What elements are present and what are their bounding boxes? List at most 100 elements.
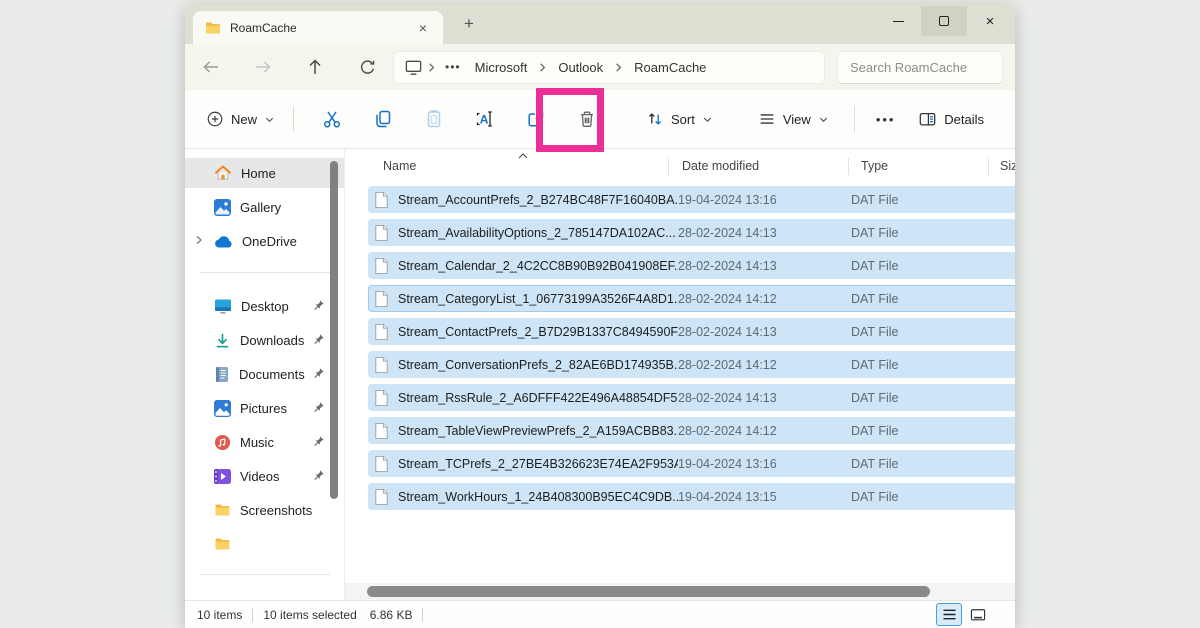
file-row[interactable]: Stream_WorkHours_1_24B408300B95EC4C9DB..… <box>368 483 1015 510</box>
minimize-button[interactable] <box>875 6 921 36</box>
close-button[interactable]: × <box>967 6 1013 36</box>
view-button[interactable]: View <box>749 102 838 136</box>
up-button[interactable] <box>289 49 341 85</box>
back-button[interactable] <box>185 49 237 85</box>
sidebar-item-documents[interactable]: Documents <box>185 359 344 389</box>
explorer-body: Home Gallery OneDrive Desktop <box>185 149 1015 600</box>
sidebar-item-folder[interactable] <box>185 529 344 559</box>
file-row[interactable]: Stream_ContactPrefs_2_B7D29B1337C8494590… <box>368 318 1015 345</box>
folder-icon <box>205 21 221 35</box>
file-row[interactable]: Stream_ConversationPrefs_2_82AE6BD174935… <box>368 351 1015 378</box>
sidebar-item-desktop[interactable]: Desktop <box>185 291 344 321</box>
maximize-button[interactable] <box>921 6 967 36</box>
file-row[interactable]: Stream_TableViewPreviewPrefs_2_A159ACBB8… <box>368 417 1015 444</box>
minimize-icon <box>893 21 904 22</box>
forward-arrow-icon <box>253 57 273 77</box>
file-explorer-window: RoamCache × + × <box>185 4 1015 628</box>
sidebar-item-pictures[interactable]: Pictures <box>185 393 344 423</box>
music-icon <box>214 434 231 451</box>
cut-button[interactable] <box>306 99 357 139</box>
file-date-modified: 28-02-2024 14:13 <box>678 259 851 273</box>
sidebar-item-videos[interactable]: Videos <box>185 461 344 491</box>
chevron-right-icon <box>536 62 549 73</box>
rename-button[interactable]: A <box>459 99 510 139</box>
status-divider <box>252 608 253 622</box>
content-view-button[interactable] <box>965 603 991 626</box>
file-row[interactable]: Stream_TCPrefs_2_27BE4B326623E74EA2F953A… <box>368 450 1015 477</box>
documents-icon <box>214 366 230 383</box>
sort-button[interactable]: Sort <box>637 102 722 136</box>
sidebar-item-downloads[interactable]: Downloads <box>185 325 344 355</box>
pin-icon <box>312 367 325 383</box>
sidebar-item-label: Screenshots <box>240 503 312 518</box>
file-name: Stream_AvailabilityOptions_2_785147DA102… <box>398 226 678 240</box>
details-button-label: Details <box>944 112 984 127</box>
downloads-icon <box>214 332 231 349</box>
folder-icon <box>214 503 231 517</box>
file-row[interactable]: Stream_AvailabilityOptions_2_785147DA102… <box>368 219 1015 246</box>
horizontal-scrollbar-thumb[interactable] <box>367 586 930 597</box>
paste-icon <box>424 109 444 129</box>
column-separator[interactable] <box>988 158 989 175</box>
pin-icon <box>312 469 325 485</box>
file-row[interactable]: Stream_CategoryList_1_06773199A3526F4A8D… <box>368 285 1015 312</box>
chevron-right-icon <box>425 62 438 73</box>
horizontal-scrollbar-track[interactable] <box>345 583 1015 600</box>
breadcrumb-roamcache[interactable]: RoamCache <box>627 58 713 77</box>
paste-button[interactable] <box>408 99 459 139</box>
new-button[interactable]: New <box>197 102 284 136</box>
refresh-button[interactable] <box>341 49 393 85</box>
forward-button[interactable] <box>237 49 289 85</box>
sidebar-item-screenshots[interactable]: Screenshots <box>185 495 344 525</box>
file-name: Stream_TCPrefs_2_27BE4B326623E74EA2F953A… <box>398 457 678 471</box>
navigation-bar: ••• Microsoft Outlook RoamCache <box>185 44 1015 90</box>
share-button[interactable] <box>510 99 561 139</box>
tab-title: RoamCache <box>230 21 406 35</box>
file-row[interactable]: Stream_RssRule_2_A6DFFF422E496A48854DF5F… <box>368 384 1015 411</box>
file-name: Stream_ContactPrefs_2_B7D29B1337C8494590… <box>398 325 678 339</box>
column-header-type[interactable]: Type <box>861 159 888 173</box>
more-options-button[interactable]: ••• <box>864 104 908 135</box>
file-row[interactable]: Stream_Calendar_2_4C2CC8B90B92B041908EF.… <box>368 252 1015 279</box>
file-type: DAT File <box>851 490 1015 504</box>
chevron-down-icon <box>818 114 829 125</box>
details-pane-button[interactable]: Details <box>909 102 993 136</box>
delete-button[interactable] <box>561 99 612 139</box>
sidebar-item-gallery[interactable]: Gallery <box>185 192 344 222</box>
sidebar-item-home[interactable]: Home <box>185 158 344 188</box>
window-caption-buttons: × <box>875 6 1013 36</box>
file-icon <box>374 323 389 341</box>
file-icon <box>374 488 389 506</box>
breadcrumb-microsoft[interactable]: Microsoft <box>468 58 535 77</box>
column-separator[interactable] <box>848 158 849 175</box>
details-view-button[interactable] <box>936 603 962 626</box>
sidebar-item-music[interactable]: Music <box>185 427 344 457</box>
sidebar-item-label: OneDrive <box>242 234 297 249</box>
status-bar: 10 items 10 items selected 6.86 KB <box>185 600 1015 628</box>
search-box <box>837 51 1003 84</box>
items-count: 10 items <box>197 608 242 622</box>
column-separator[interactable] <box>668 158 669 175</box>
column-header-date-modified[interactable]: Date modified <box>682 159 759 173</box>
breadcrumb-overflow[interactable]: ••• <box>440 60 466 74</box>
search-input[interactable] <box>837 51 1003 84</box>
breadcrumb-outlook[interactable]: Outlook <box>551 58 610 77</box>
sidebar-item-label: Desktop <box>241 299 289 314</box>
column-header-size[interactable]: Size <box>1000 159 1015 173</box>
copy-button[interactable] <box>357 99 408 139</box>
address-bar[interactable]: ••• Microsoft Outlook RoamCache <box>393 51 825 84</box>
new-tab-button[interactable]: + <box>457 12 481 36</box>
onedrive-icon <box>214 235 233 248</box>
desktop-background: RoamCache × + × <box>0 0 1200 628</box>
sidebar-divider <box>199 272 330 273</box>
chevron-right-icon[interactable] <box>194 234 204 249</box>
list-column-headers: Name Date modified Type Size <box>345 151 1015 181</box>
explorer-tab[interactable]: RoamCache × <box>193 11 443 44</box>
view-icon <box>758 110 776 128</box>
sidebar-scrollbar[interactable] <box>330 161 338 499</box>
sidebar-item-onedrive[interactable]: OneDrive <box>185 226 344 256</box>
column-header-name[interactable]: Name <box>383 159 416 173</box>
file-date-modified: 19-04-2024 13:15 <box>678 490 851 504</box>
file-row[interactable]: Stream_AccountPrefs_2_B274BC48F7F16040BA… <box>368 186 1015 213</box>
tab-close-icon[interactable]: × <box>415 19 431 37</box>
